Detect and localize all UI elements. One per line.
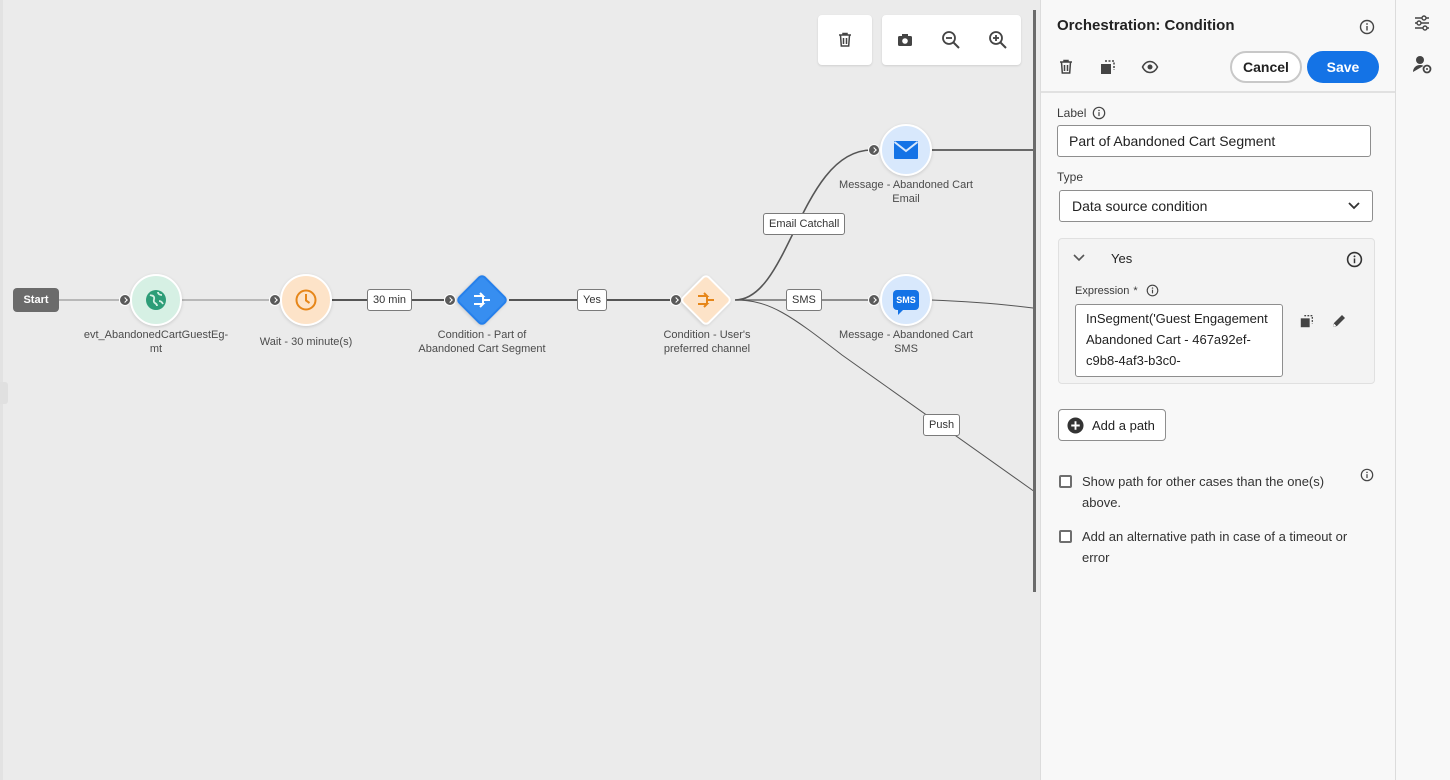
- add-circle-icon: [1067, 416, 1084, 434]
- trash-icon[interactable]: [1052, 53, 1080, 81]
- type-select-value: Data source condition: [1072, 198, 1208, 214]
- branch-icon: [687, 281, 725, 319]
- zoom-in-icon[interactable]: [982, 24, 1014, 56]
- message-email-label: Message - Abandoned Cart Email: [839, 179, 973, 205]
- info-icon[interactable]: [1353, 13, 1381, 41]
- wait-node-label: Wait - 30 minute(s): [259, 336, 353, 348]
- globe-icon: [146, 290, 166, 310]
- save-button[interactable]: Save: [1307, 51, 1379, 83]
- timeout-option: Add an alternative path in case of a tim…: [1059, 526, 1359, 568]
- condition-channel-label: Condition - User's preferred channel: [663, 329, 751, 355]
- timeout-label: Add an alternative path in case of a tim…: [1082, 529, 1348, 565]
- expression-field[interactable]: InSegment('Guest Engagement Abandoned Ca…: [1075, 304, 1283, 377]
- required-asterisk: *: [1133, 284, 1138, 297]
- label-field-label: Label: [1057, 106, 1106, 120]
- cancel-button[interactable]: Cancel: [1230, 51, 1302, 83]
- panel-title: Orchestration: Condition: [1057, 17, 1235, 34]
- email-path-label[interactable]: Email Catchall: [763, 213, 846, 235]
- settings-sliders-icon[interactable]: [1408, 9, 1436, 37]
- info-icon[interactable]: [1092, 106, 1106, 120]
- trash-icon[interactable]: [829, 24, 861, 56]
- add-path-label: Add a path: [1092, 417, 1155, 433]
- type-field-label: Type: [1057, 170, 1084, 184]
- preview-eye-icon[interactable]: [1136, 53, 1164, 81]
- info-icon[interactable]: [1360, 468, 1374, 482]
- yes-path-label[interactable]: Yes: [577, 289, 607, 311]
- panel-splitter[interactable]: [1033, 10, 1036, 592]
- expression-label: Expression *: [1075, 284, 1159, 297]
- canvas-toolbar-delete: [818, 15, 872, 65]
- push-path-label[interactable]: Push: [923, 414, 961, 436]
- wait-node[interactable]: [280, 274, 332, 326]
- other-cases-option: Show path for other cases than the one(s…: [1059, 471, 1329, 513]
- condition-path-card: Yes Expression * InSegment('Guest Engage…: [1058, 238, 1375, 384]
- copy-icon[interactable]: [1293, 307, 1321, 335]
- chevron-down-icon[interactable]: [1073, 254, 1085, 262]
- condition-segment-label: Condition - Part of Abandoned Cart Segme…: [418, 329, 546, 355]
- user-settings-icon[interactable]: [1408, 50, 1436, 78]
- type-select[interactable]: Data source condition: [1059, 190, 1373, 222]
- mail-icon: [893, 141, 919, 159]
- timeout-checkbox[interactable]: [1059, 530, 1072, 543]
- condition-segment-input-port[interactable]: [444, 294, 456, 306]
- start-node[interactable]: Start: [13, 288, 59, 312]
- chevron-down-icon: [1348, 202, 1360, 210]
- add-path-button[interactable]: Add a path: [1058, 409, 1166, 441]
- other-cases-label: Show path for other cases than the one(s…: [1082, 474, 1325, 510]
- email-input-port[interactable]: [868, 144, 880, 156]
- other-cases-checkbox[interactable]: [1059, 475, 1072, 488]
- journey-canvas[interactable]: Start evt_AbandonedCartGuestEg-mt Wait -…: [0, 0, 1040, 780]
- label-field-text: Label: [1057, 106, 1087, 120]
- zoom-out-icon[interactable]: [935, 24, 967, 56]
- clock-icon: [295, 289, 317, 311]
- path-name[interactable]: Yes: [1111, 251, 1132, 266]
- properties-panel: Orchestration: Condition Cancel Save Lab…: [1040, 0, 1396, 780]
- journey-connections: [59, 149, 1036, 493]
- wait-duration-label[interactable]: 30 min: [367, 289, 413, 311]
- edit-pencil-icon[interactable]: [1325, 307, 1353, 335]
- event-node[interactable]: [130, 274, 182, 326]
- expression-label-text: Expression: [1075, 284, 1130, 297]
- message-sms-label: Message - Abandoned Cart SMS: [839, 329, 973, 355]
- duplicate-icon[interactable]: [1094, 53, 1122, 81]
- label-input[interactable]: Part of Abandoned Cart Segment: [1057, 125, 1371, 157]
- camera-icon[interactable]: [889, 24, 921, 56]
- message-email-node[interactable]: [880, 124, 932, 176]
- right-rail: [1395, 0, 1450, 780]
- info-icon[interactable]: [1346, 251, 1363, 268]
- sms-icon-text: SMS: [896, 295, 916, 305]
- sms-path-label[interactable]: SMS: [786, 289, 822, 311]
- branch-icon: [463, 281, 501, 319]
- canvas-toolbar-view: [882, 15, 1021, 65]
- panel-header: Orchestration: Condition Cancel Save: [1041, 0, 1396, 93]
- message-sms-node[interactable]: SMS: [880, 274, 932, 326]
- sms-input-port[interactable]: [868, 294, 880, 306]
- info-icon[interactable]: [1146, 284, 1159, 297]
- sms-icon: SMS: [893, 290, 919, 315]
- event-node-label: evt_AbandonedCartGuestEg-mt: [83, 329, 229, 355]
